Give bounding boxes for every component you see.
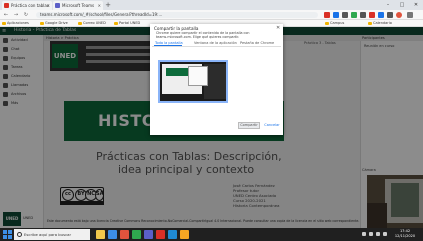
reload-button[interactable]: ↻ [22, 11, 30, 19]
bookmark-folder-icon [78, 22, 82, 25]
extension-icon[interactable] [324, 12, 330, 18]
clock-date: 12/11/2020 [394, 234, 416, 238]
minimize-button[interactable]: – [381, 0, 395, 10]
windows-start-icon[interactable] [3, 230, 12, 239]
tab-title: Práctica con tablas [11, 3, 49, 8]
extension-icon[interactable] [333, 12, 339, 18]
bookmark-label: Calendario [373, 21, 392, 25]
bookmark-folder-icon [368, 22, 372, 25]
taskbar-search-input[interactable]: Escribe aquí para buscar [14, 229, 90, 240]
forward-button[interactable]: → [12, 11, 20, 19]
bookmark-item[interactable]: Correo UNED [78, 20, 106, 27]
browser-menu-icon[interactable] [407, 12, 413, 18]
extension-icon[interactable] [342, 12, 348, 18]
volume-icon[interactable] [376, 232, 380, 236]
taskbar-app-icon[interactable] [156, 230, 165, 239]
bookmark-item[interactable]: Google Drive [40, 20, 68, 27]
extension-icon[interactable] [387, 12, 393, 18]
taskbar-app-icon[interactable] [96, 230, 105, 239]
new-tab-button[interactable]: + [104, 1, 112, 9]
bookmark-label: Aplicaciones [7, 21, 29, 25]
bookmark-label: Google Drive [45, 21, 68, 25]
bookmark-label: Portal UNED [119, 21, 141, 25]
bookmark-folder-icon [325, 22, 329, 25]
taskbar-app-icon[interactable] [108, 230, 117, 239]
bookmark-item[interactable]: Calendario [368, 20, 392, 27]
extension-icon[interactable] [369, 12, 375, 18]
url-input[interactable]: teams.microsoft.com/_#/school/files/Gene… [36, 12, 318, 18]
bookmark-item[interactable]: Aplicaciones [2, 20, 29, 27]
bookmark-label: Correo UNED [83, 21, 106, 25]
bookmark-item[interactable]: Portal UNED [114, 20, 140, 27]
close-window-button[interactable]: ✕ [409, 0, 423, 10]
search-icon [17, 232, 22, 237]
tab-favicon-icon [4, 3, 9, 8]
bookmark-folder-icon [2, 22, 6, 25]
browser-tab-2[interactable]: Microsoft Teams ✕ [53, 1, 103, 10]
maximize-button[interactable]: □ [395, 0, 409, 10]
dialog-separator [152, 46, 281, 47]
extension-icon[interactable] [360, 12, 366, 18]
tab-favicon-icon [55, 3, 60, 8]
tab-title: Microsoft Teams [62, 3, 95, 8]
taskbar-app-icon[interactable] [120, 230, 129, 239]
taskbar-app-icon[interactable] [180, 230, 189, 239]
taskbar-clock[interactable]: 17:42 12/11/2020 [394, 229, 416, 239]
bookmark-folder-icon [40, 22, 44, 25]
extension-icon[interactable] [378, 12, 384, 18]
network-icon[interactable] [369, 232, 373, 236]
taskbar-app-icon[interactable] [132, 230, 141, 239]
extension-icon[interactable] [351, 12, 357, 18]
tab-application-window[interactable]: Ventana de la aplicación [194, 41, 237, 45]
bookmark-item[interactable]: Campus [325, 20, 344, 27]
tab-close-icon[interactable]: ✕ [98, 1, 101, 10]
taskbar-app-icon[interactable] [144, 230, 153, 239]
bookmark-folder-icon [114, 22, 118, 25]
back-button[interactable]: ← [2, 11, 10, 19]
profile-avatar-icon[interactable] [396, 12, 402, 18]
tray-icon[interactable] [362, 232, 366, 236]
bookmark-label: Campus [330, 21, 345, 25]
browser-tab-1[interactable]: Práctica con tablas ✕ [2, 1, 52, 10]
share-button[interactable]: Compartir [238, 122, 260, 129]
dialog-description: Chrome quiere compartir el contenido de … [156, 31, 250, 39]
cancel-button[interactable]: Cancelar [264, 122, 280, 129]
battery-icon[interactable] [383, 232, 387, 236]
tab-close-icon[interactable]: ✕ [47, 1, 50, 10]
screen-thumbnail[interactable] [158, 60, 228, 103]
taskbar-app-icon[interactable] [168, 230, 177, 239]
tab-chrome-tab[interactable]: Pestaña de Chrome [240, 41, 274, 45]
